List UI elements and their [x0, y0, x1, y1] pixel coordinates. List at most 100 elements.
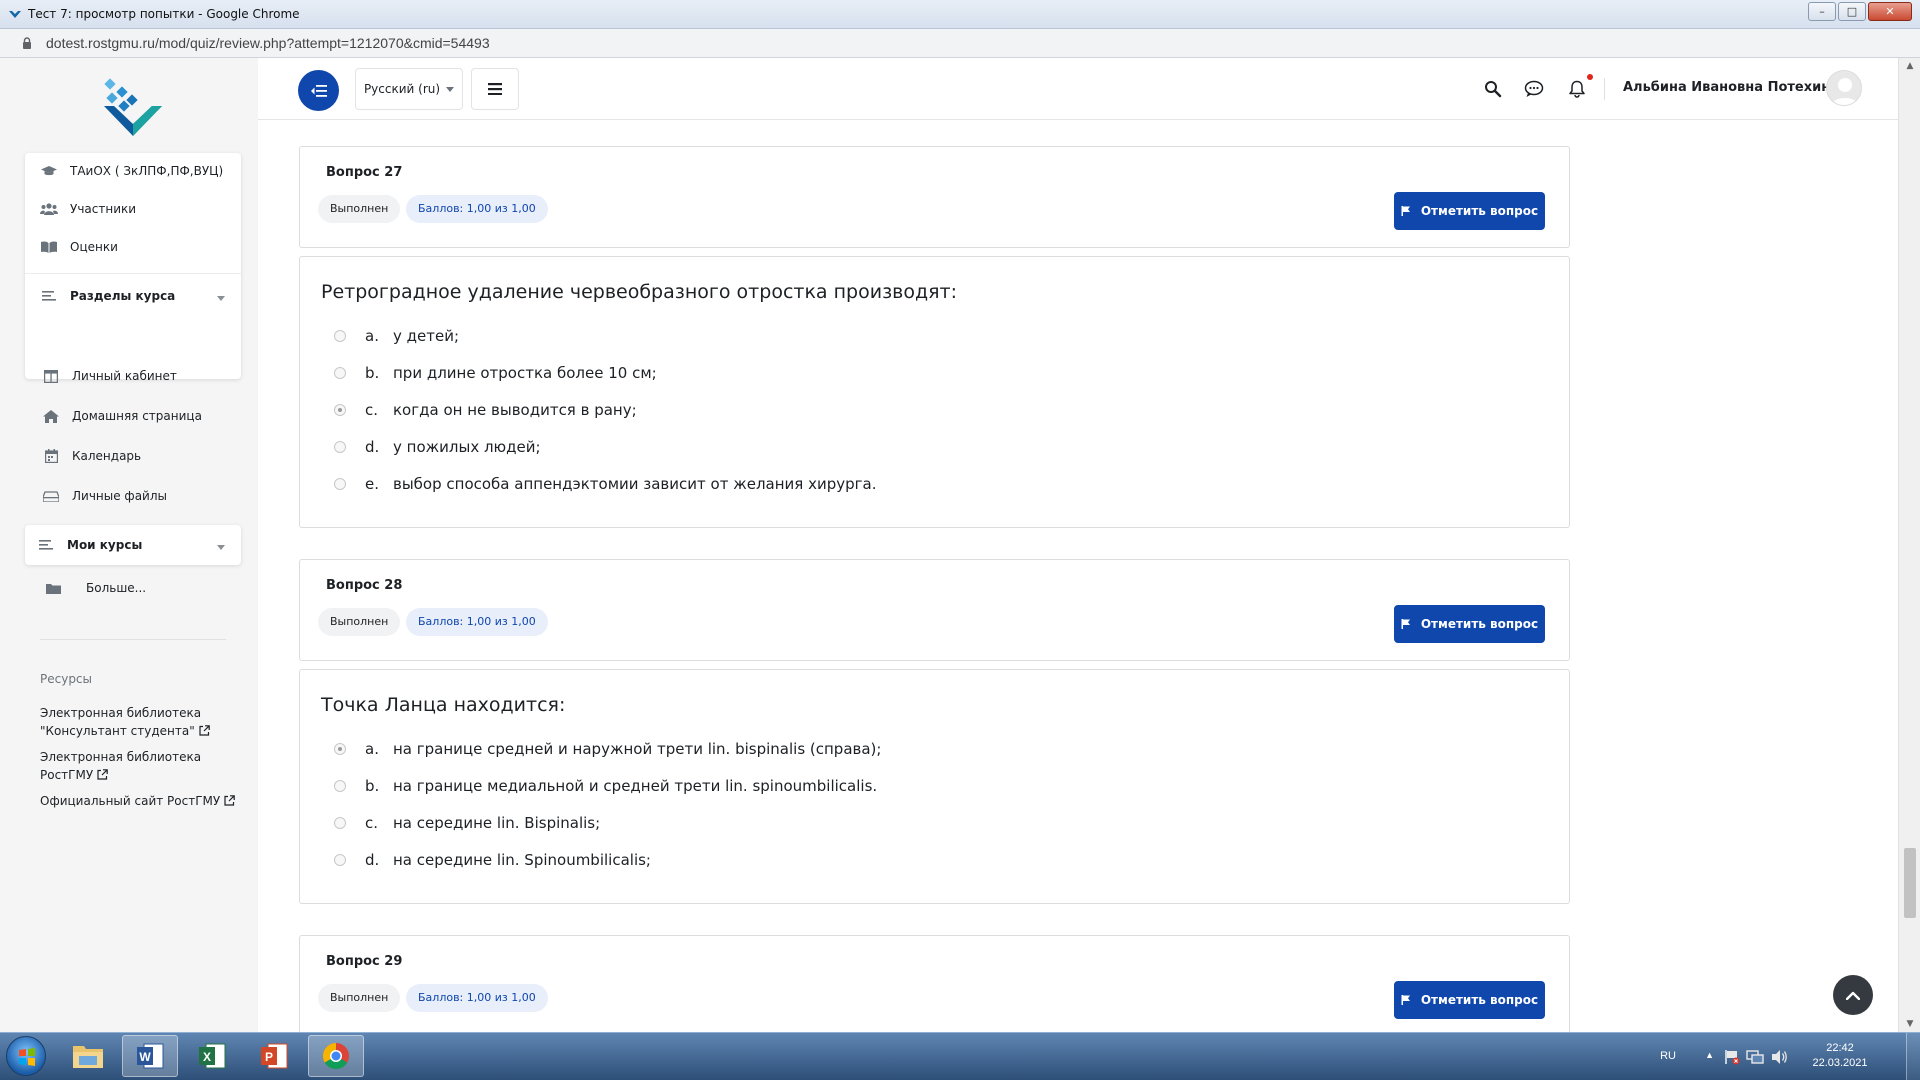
- sidebar-item-calendar[interactable]: Календарь: [42, 446, 141, 466]
- answer-option[interactable]: d. на середине lin. Spinoumbilicalis;: [334, 851, 651, 869]
- tray-language[interactable]: RU: [1660, 1050, 1676, 1062]
- list-icon: [37, 538, 55, 552]
- scrollbar-thumb[interactable]: [1904, 848, 1916, 918]
- action-center-flag-icon[interactable]: [1724, 1049, 1740, 1065]
- resource-link-consultant[interactable]: Электронная библиотека "Консультант студ…: [40, 704, 210, 740]
- drawer-toggle-button[interactable]: [298, 70, 339, 111]
- address-bar[interactable]: dotest.rostgmu.ru/mod/quiz/review.php?at…: [0, 29, 1920, 58]
- start-button[interactable]: [6, 1036, 46, 1076]
- scroll-down-arrow-icon[interactable]: ▼: [1899, 1016, 1920, 1032]
- answer-radio[interactable]: [334, 367, 346, 379]
- site-favicon-icon: [9, 11, 21, 18]
- tray-expand-icon[interactable]: ▲: [1705, 1050, 1714, 1060]
- question-number: Вопрос 28: [326, 578, 403, 593]
- flag-question-label: Отметить вопрос: [1420, 993, 1539, 1007]
- answer-text: на границе средней и наружной трети lin.…: [393, 740, 882, 758]
- maximize-button[interactable]: □: [1838, 2, 1866, 21]
- chevron-down-icon: [217, 290, 225, 304]
- notification-badge: [1587, 74, 1593, 80]
- answer-radio[interactable]: [334, 817, 346, 829]
- custom-menu-button[interactable]: [471, 68, 519, 110]
- users-icon: [40, 202, 58, 216]
- question-content-27: Ретроградное удаление червеобразного отр…: [299, 256, 1570, 528]
- word-icon: W: [137, 1043, 164, 1069]
- taskbar-explorer[interactable]: [60, 1035, 116, 1077]
- avatar[interactable]: [1826, 70, 1862, 106]
- tray-clock[interactable]: 22:42 22.03.2021: [1800, 1041, 1880, 1071]
- top-navbar: Русский (ru) Альбина Ивановна Потехина: [258, 58, 1898, 120]
- search-icon[interactable]: [1484, 80, 1502, 98]
- sidebar-item-course[interactable]: ТАиОХ ( ЗкЛПФ,ПФ,ВУЦ): [40, 161, 223, 181]
- resource-link-official-site[interactable]: Официальный сайт РостГМУ: [40, 792, 236, 810]
- close-window-button[interactable]: ✕: [1868, 2, 1912, 21]
- volume-icon[interactable]: [1770, 1049, 1788, 1065]
- network-icon[interactable]: [1746, 1049, 1764, 1065]
- url-text[interactable]: dotest.rostgmu.ru/mod/quiz/review.php?at…: [46, 35, 490, 51]
- page-scrollbar[interactable]: ▲ ▼: [1898, 58, 1920, 1032]
- sidebar-item-more[interactable]: Больше...: [44, 578, 146, 598]
- answer-radio[interactable]: [334, 441, 346, 453]
- answer-text: у детей;: [393, 327, 460, 345]
- answer-option[interactable]: b. на границе медиальной и средней трети…: [334, 777, 877, 795]
- answer-option[interactable]: c. когда он не выводится в рану;: [334, 401, 637, 419]
- question-content-28: Точка Ланца находится: a. на границе сре…: [299, 669, 1570, 904]
- sidebar-item-dashboard[interactable]: Личный кабинет: [42, 366, 177, 386]
- taskbar-powerpoint[interactable]: P: [246, 1035, 302, 1077]
- user-name[interactable]: Альбина Ивановна Потехина: [1623, 80, 1839, 95]
- windows-logo-icon: [19, 1048, 35, 1066]
- answer-radio[interactable]: [334, 854, 346, 866]
- flag-question-button[interactable]: Отметить вопрос: [1394, 192, 1545, 230]
- answer-option[interactable]: c. на середине lin. Bispinalis;: [334, 814, 600, 832]
- hamburger-icon: [488, 83, 502, 95]
- site-logo[interactable]: [100, 76, 166, 142]
- answer-radio[interactable]: [334, 478, 346, 490]
- show-desktop-button[interactable]: [1906, 1033, 1920, 1080]
- question-state-badge: Выполнен: [318, 984, 401, 1012]
- resource-link-text: Электронная библиотека: [40, 706, 202, 720]
- answer-radio[interactable]: [334, 780, 346, 792]
- answer-radio-checked[interactable]: [334, 743, 346, 755]
- sidebar-item-home[interactable]: Домашняя страница: [42, 406, 202, 426]
- answer-letter: e.: [365, 475, 379, 493]
- graduation-cap-icon: [40, 164, 58, 178]
- sidebar-item-my-courses[interactable]: Мои курсы: [37, 535, 225, 555]
- answer-option[interactable]: d. у пожилых людей;: [334, 438, 541, 456]
- question-grade-badge: Баллов: 1,00 из 1,00: [406, 195, 548, 223]
- answer-radio[interactable]: [334, 330, 346, 342]
- taskbar-word[interactable]: W: [122, 1035, 178, 1077]
- sidebar-item-label: Больше...: [86, 581, 147, 595]
- powerpoint-icon: P: [261, 1043, 288, 1069]
- language-label: Русский (ru): [363, 82, 441, 96]
- answer-option[interactable]: b. при длине отростка более 10 см;: [334, 364, 657, 382]
- notification-bell-icon[interactable]: [1568, 80, 1586, 98]
- sidebar-item-private-files[interactable]: Личные файлы: [42, 486, 167, 506]
- taskbar-chrome[interactable]: [308, 1035, 364, 1077]
- lock-icon: [23, 37, 31, 49]
- messages-icon[interactable]: [1524, 80, 1544, 98]
- external-link-icon: [97, 769, 108, 780]
- answer-radio-checked[interactable]: [334, 404, 346, 416]
- minimize-button[interactable]: –: [1808, 2, 1836, 21]
- sidebar-item-grades[interactable]: Оценки: [40, 237, 118, 257]
- scroll-up-arrow-icon[interactable]: ▲: [1899, 58, 1920, 74]
- back-to-top-button[interactable]: [1833, 975, 1873, 1015]
- sidebar-item-participants[interactable]: Участники: [40, 199, 136, 219]
- language-selector[interactable]: Русский (ru): [355, 68, 463, 110]
- external-link-icon: [199, 725, 210, 736]
- taskbar-excel[interactable]: X: [184, 1035, 240, 1077]
- window-titlebar: Тест 7: просмотр попытки - Google Chrome…: [0, 0, 1920, 29]
- flag-question-button[interactable]: Отметить вопрос: [1394, 981, 1545, 1019]
- question-info-27: Вопрос 27 Выполнен Баллов: 1,00 из 1,00 …: [299, 146, 1570, 248]
- answer-option[interactable]: a. у детей;: [334, 327, 459, 345]
- answer-option[interactable]: e. выбор способа аппендэктомии зависит о…: [334, 475, 876, 493]
- resource-link-library[interactable]: Электронная библиотека РостГМУ: [40, 748, 201, 784]
- sidebar-item-course-sections[interactable]: Разделы курса: [40, 286, 225, 306]
- answer-letter: d.: [365, 851, 380, 869]
- svg-text:W: W: [139, 1050, 151, 1064]
- answer-option[interactable]: a. на границе средней и наружной трети l…: [334, 740, 881, 758]
- flag-question-button[interactable]: Отметить вопрос: [1394, 605, 1545, 643]
- question-state-badge: Выполнен: [318, 195, 401, 223]
- flag-question-label: Отметить вопрос: [1420, 617, 1539, 631]
- question-number: Вопрос 27: [326, 165, 403, 180]
- flag-icon: [1401, 619, 1410, 629]
